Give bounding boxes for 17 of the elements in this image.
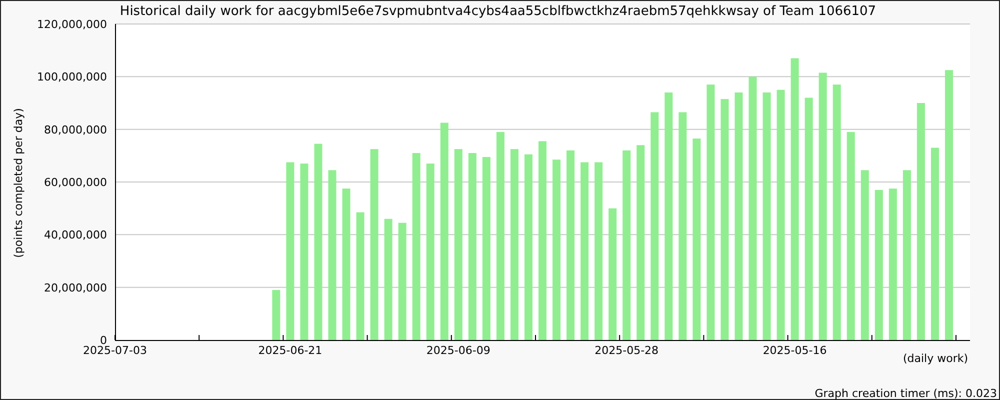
- y-tick-label: 60,000,000: [44, 176, 107, 189]
- x-tick-label: 2025-06-21: [258, 344, 322, 357]
- footer-text: Graph creation timer (ms): 0.023: [814, 387, 997, 399]
- x-tick-label: 2025-07-03: [83, 344, 147, 357]
- y-tick-label: 20,000,000: [44, 281, 107, 294]
- y-tick-label: 0: [100, 334, 107, 347]
- x-tick-label: 2025-06-09: [426, 344, 490, 357]
- y-tick-label: 40,000,000: [44, 228, 107, 242]
- x-tick-label: 2025-05-16: [762, 344, 827, 357]
- y-tick-label: 100,000,000: [37, 70, 107, 84]
- chart-title: Historical daily work for aacgybml5e6e7svpmubntva4cybs4aa55cblfbwctkhz4raebm57qehkkwsay of Team 1066107: [120, 4, 876, 19]
- x-tick-label: 2025-05-28: [594, 344, 659, 357]
- y-axis-label: (points completed per day): [12, 108, 25, 258]
- bar: [272, 290, 280, 340]
- y-tick-label: 120,000,000: [37, 18, 107, 31]
- x-axis-label: (daily work): [902, 352, 968, 365]
- y-tick-label: 80,000,000: [44, 123, 107, 136]
